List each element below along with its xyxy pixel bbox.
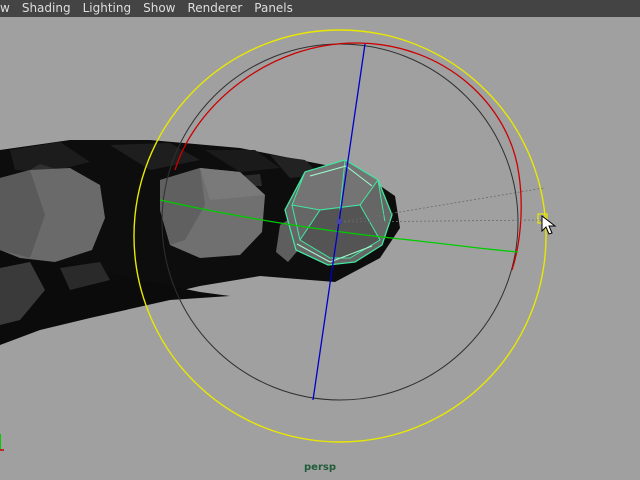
menu-renderer[interactable]: Renderer	[181, 0, 248, 17]
menu-shading[interactable]: Shading	[16, 0, 77, 17]
menu-view-partial[interactable]: w	[0, 0, 16, 17]
camera-name-label: persp	[304, 462, 336, 473]
viewport-menu-bar: w Shading Lighting Show Renderer Panels	[0, 0, 640, 17]
world-axis-icon	[0, 434, 4, 451]
viewport-scene[interactable]	[0, 0, 640, 480]
menu-panels[interactable]: Panels	[248, 0, 299, 17]
perspective-viewport[interactable]: w Shading Lighting Show Renderer Panels persp	[0, 0, 640, 480]
arrow-cursor-icon	[541, 214, 557, 235]
menu-lighting[interactable]: Lighting	[77, 0, 138, 17]
menu-show[interactable]: Show	[137, 0, 181, 17]
